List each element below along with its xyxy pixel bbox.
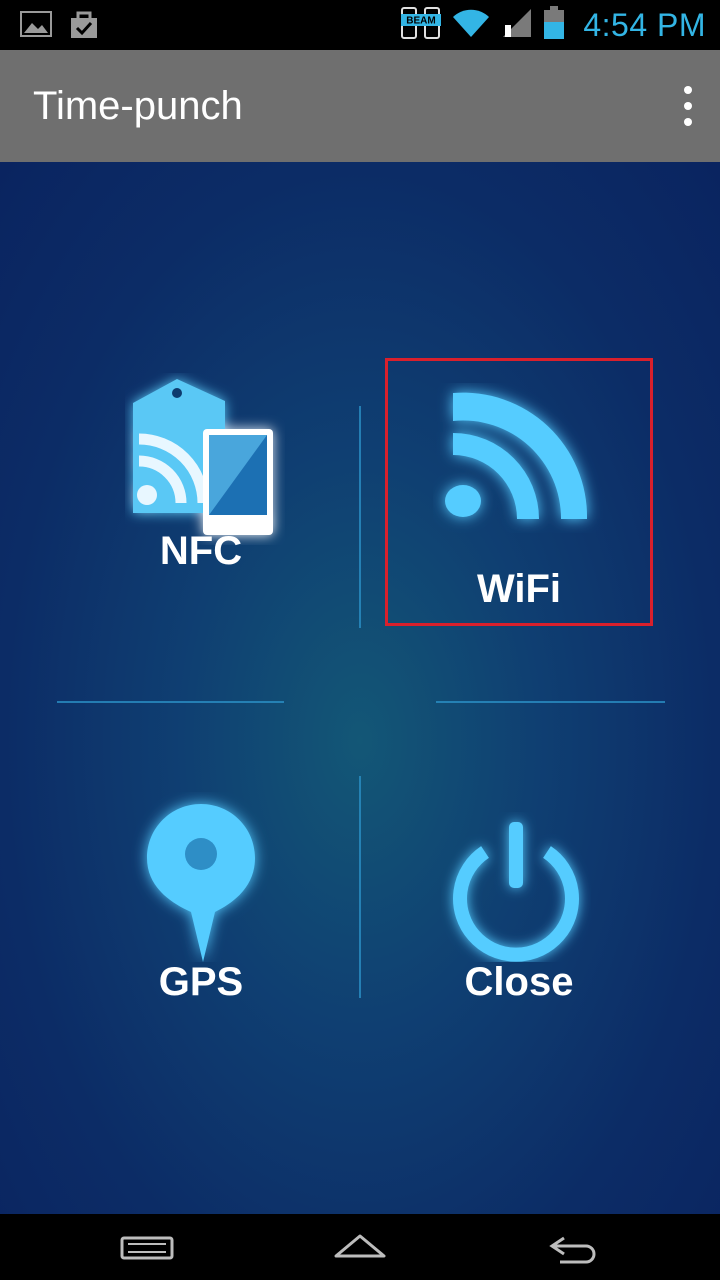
nfc-tile[interactable]: NFC xyxy=(70,361,332,623)
action-bar: Time-punch xyxy=(0,50,720,162)
more-vertical-icon[interactable] xyxy=(678,86,698,126)
home-icon[interactable] xyxy=(320,1228,400,1268)
power-icon xyxy=(453,822,579,962)
map-pin-icon xyxy=(147,804,255,962)
gps-label: GPS xyxy=(158,960,244,1004)
close-tile[interactable]: Close xyxy=(388,792,650,1054)
svg-text:BEAM: BEAM xyxy=(407,16,436,27)
horizontal-divider-left xyxy=(57,701,284,703)
app-title: Time-punch xyxy=(33,84,243,128)
horizontal-divider-right xyxy=(436,701,665,703)
gps-tile[interactable]: GPS xyxy=(70,792,332,1054)
vertical-divider-bottom xyxy=(359,776,361,998)
battery-icon xyxy=(543,6,565,45)
nfc-label: NFC xyxy=(159,529,243,573)
cell-signal-icon xyxy=(501,7,533,44)
status-time: 4:54 PM xyxy=(583,7,706,43)
wifi-tile[interactable]: WiFi xyxy=(385,358,653,626)
beam-icon: BEAM xyxy=(401,6,442,45)
wifi-signal-icon xyxy=(451,7,491,44)
wifi-broadcast-icon xyxy=(445,392,588,519)
vertical-divider-top xyxy=(359,406,361,628)
recent-apps-icon[interactable] xyxy=(106,1228,186,1268)
gallery-notification-icon xyxy=(20,10,52,45)
back-icon[interactable] xyxy=(534,1228,614,1268)
status-bar: BEAM 4:54 PM xyxy=(0,0,720,50)
close-label: Close xyxy=(464,960,574,1004)
main-menu-panel: NFC WiFi GPS Close xyxy=(0,162,720,1214)
nfc-tag-icon xyxy=(133,379,273,535)
navigation-bar xyxy=(0,1214,720,1280)
clipboard-check-notification-icon xyxy=(68,10,100,45)
wifi-label: WiFi xyxy=(476,567,562,611)
